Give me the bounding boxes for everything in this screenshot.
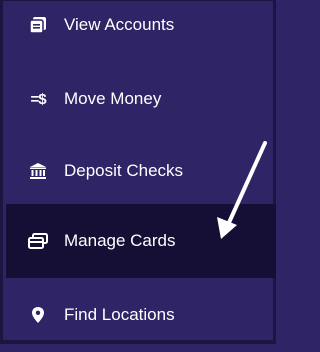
sidebar-frame: View Accounts =$ Move Money Deposit Chec… [0,0,276,344]
sidebar-item-label: Move Money [64,89,162,108]
arrow-icon [217,141,267,239]
sidebar-item-label: Manage Cards [64,231,176,250]
move-money-icon: =$ [30,90,46,108]
location-pin-icon [26,303,50,327]
sidebar-item-label: Deposit Checks [64,161,184,180]
sidebar-item-move-money[interactable]: =$ Move Money [6,62,276,136]
accounts-icon [26,13,50,37]
sidebar-item-label: View Accounts [64,15,175,34]
bank-icon [26,159,50,183]
cards-icon [26,229,50,253]
sidebar-item-label: Find Locations [64,305,175,324]
sidebar-item-find-locations[interactable]: Find Locations [6,278,276,352]
sidebar-item-view-accounts[interactable]: View Accounts [6,0,276,62]
